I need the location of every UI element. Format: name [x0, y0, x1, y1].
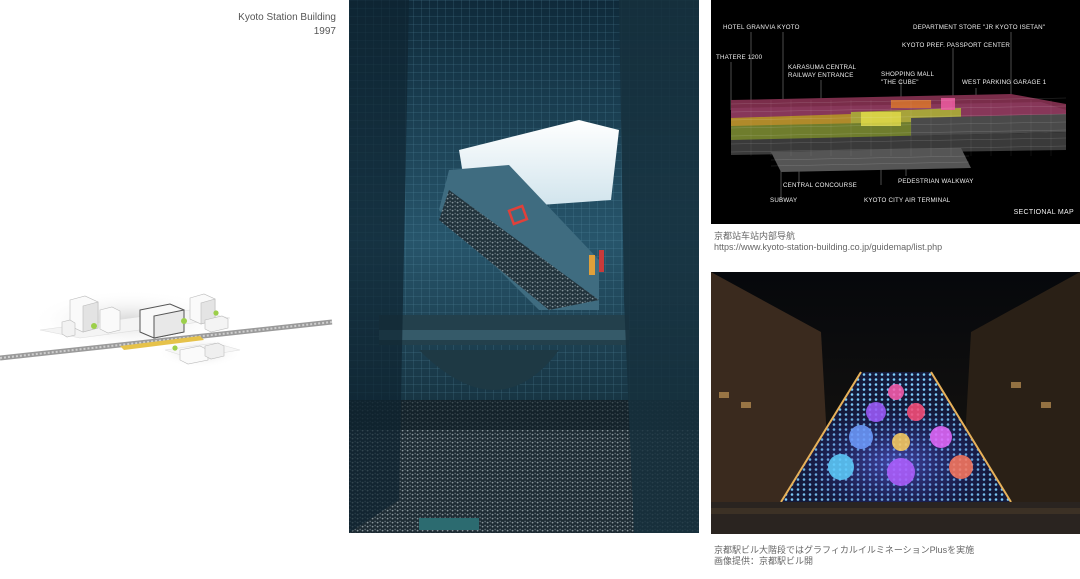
- map-label-subway: SUBWAY: [770, 197, 798, 204]
- sectional-map: HOTEL GRANVIA KYOTO DEPARTMENT STORE "JR…: [711, 0, 1080, 224]
- map-caption-title: 京都站车站内部导航: [714, 231, 796, 241]
- map-title: SECTIONAL MAP: [1013, 209, 1074, 216]
- map-label-karasuma-1: KARASUMA CENTRAL: [788, 64, 857, 71]
- title-block: Kyoto Station Building 1997: [238, 11, 336, 39]
- map-label-cube-1: SHOPPING MALL: [881, 71, 935, 78]
- map-caption: 京都站车站内部导航 https://www.kyoto-station-buil…: [714, 231, 942, 253]
- illuminated-stairs-photograph: [711, 272, 1080, 534]
- building-year: 1997: [313, 26, 336, 37]
- stairs-caption: 京都駅ビル大階段ではグラフィカルイルミネーションPlusを実施 画像提供：京都駅…: [714, 545, 974, 567]
- map-label-air-terminal: KYOTO CITY AIR TERMINAL: [864, 197, 951, 204]
- map-label-parking: WEST PARKING GARAGE 1: [962, 79, 1047, 86]
- map-label-isetan: DEPARTMENT STORE "JR KYOTO ISETAN": [913, 24, 1046, 31]
- map-label-cube-2: "THE CUBE": [881, 79, 919, 86]
- atrium-photograph: [349, 0, 699, 533]
- map-caption-url: https://www.kyoto-station-building.co.jp…: [714, 242, 943, 252]
- map-label-walkway: PEDESTRIAN WALKWAY: [898, 178, 974, 185]
- map-label-passport: KYOTO PREF. PASSPORT CENTER: [902, 42, 1011, 49]
- map-label-hotel: HOTEL GRANVIA KYOTO: [723, 24, 800, 31]
- site-axonometric-illustration: [0, 280, 340, 380]
- map-label-theatre: THATERE 1200: [716, 54, 763, 61]
- map-label-concourse: CENTRAL CONCOURSE: [783, 182, 857, 189]
- stairs-caption-credit: 画像提供：京都駅ビル開: [714, 556, 814, 566]
- stairs-caption-title: 京都駅ビル大階段ではグラフィカルイルミネーションPlusを実施: [714, 545, 975, 555]
- map-label-karasuma-2: RAILWAY ENTRANCE: [788, 72, 854, 79]
- building-title: Kyoto Station Building: [238, 12, 336, 23]
